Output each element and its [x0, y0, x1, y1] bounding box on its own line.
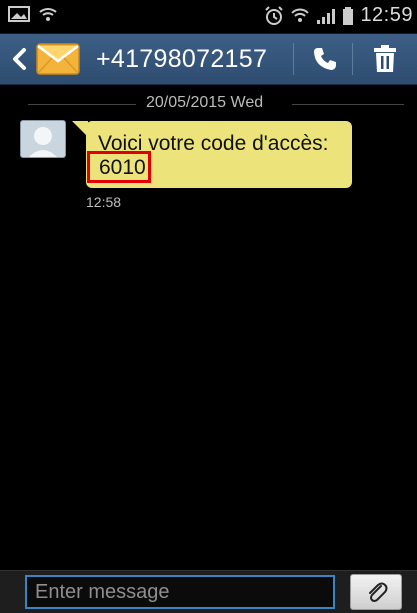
status-right: 12:59: [264, 4, 413, 27]
back-arrow-icon[interactable]: [8, 47, 32, 71]
date-divider-line-right: [292, 104, 404, 105]
status-bar: 12:59: [0, 0, 417, 34]
battery-icon: [343, 6, 354, 25]
signal-icon: [317, 8, 336, 24]
divider: [293, 43, 294, 75]
conversation-header: +41798072157: [0, 34, 417, 85]
access-code: 6010: [99, 156, 146, 179]
date-divider-line-left: [28, 104, 136, 105]
message-time: 12:58: [86, 194, 122, 210]
default-contact-icon: [29, 127, 57, 157]
contact-number[interactable]: +41798072157: [96, 45, 267, 74]
conversation-date: 20/05/2015 Wed: [146, 94, 264, 111]
alarm-icon: [265, 5, 284, 25]
paperclip-icon: [369, 582, 388, 602]
attach-button[interactable]: [350, 574, 402, 610]
phone-icon[interactable]: [312, 46, 338, 72]
status-left: [8, 6, 58, 22]
envelope-icon: [36, 43, 80, 75]
divider: [352, 43, 353, 75]
wifi-icon: [39, 8, 57, 21]
message-composer: [0, 570, 417, 613]
access-code-highlight: 6010: [87, 151, 151, 183]
clock: 12:59: [360, 4, 413, 26]
avatar[interactable]: [20, 120, 66, 158]
image-icon: [8, 6, 30, 22]
wifi-icon: [291, 8, 310, 22]
message-input[interactable]: [25, 575, 335, 609]
trash-icon[interactable]: [372, 45, 398, 73]
